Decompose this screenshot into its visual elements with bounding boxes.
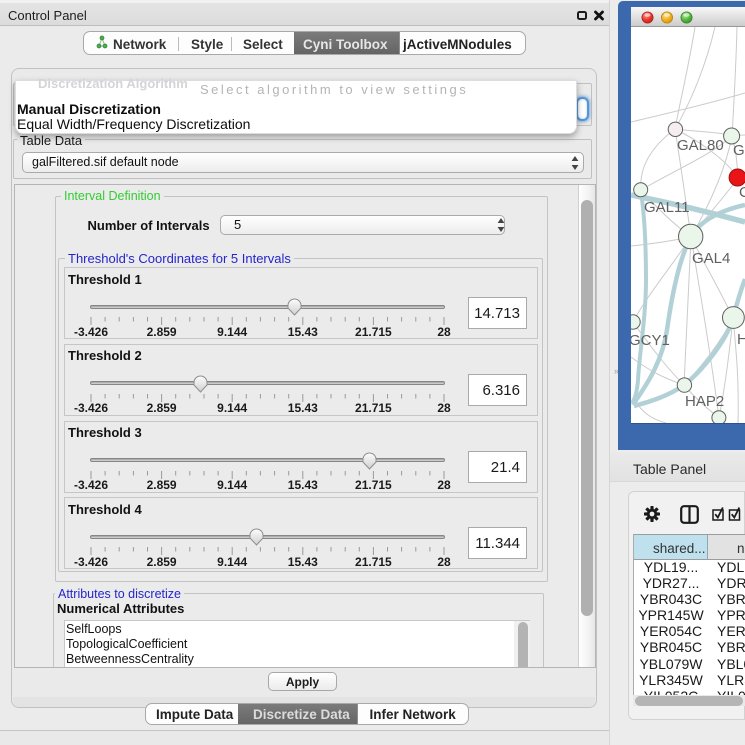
svg-text:GCY1: GCY1	[631, 332, 670, 349]
svg-text:GAL80: GAL80	[677, 137, 724, 154]
svg-text:C: C	[739, 184, 745, 201]
svg-text:G.: G.	[733, 142, 745, 159]
svg-text:GAL4: GAL4	[692, 250, 730, 267]
svg-text:HAP2: HAP2	[685, 393, 724, 410]
svg-text:GAL11: GAL11	[644, 199, 690, 216]
svg-text:H: H	[737, 331, 745, 348]
